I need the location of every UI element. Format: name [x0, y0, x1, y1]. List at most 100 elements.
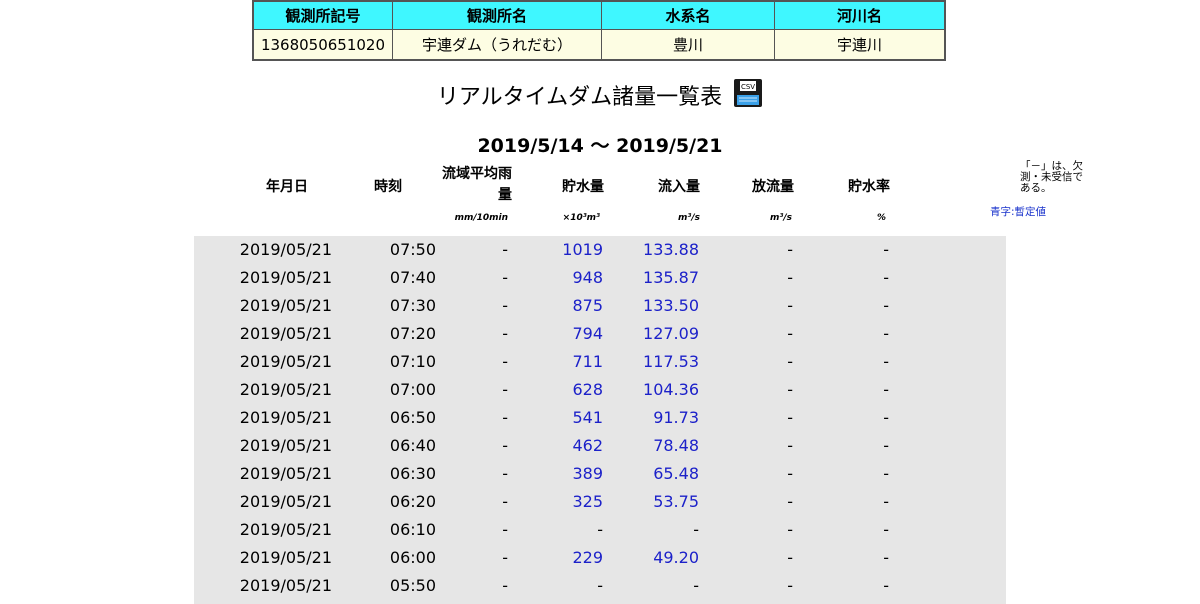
cell-rain: -	[502, 352, 508, 371]
cell-time: 06:10	[389, 520, 436, 539]
cell-storage: 325	[572, 492, 603, 511]
cell-inflow: 91.73	[653, 408, 699, 427]
cell-date: 2019/05/21	[239, 520, 332, 539]
cell-outflow: -	[787, 240, 793, 259]
cell-rate: -	[883, 492, 889, 511]
cell-rate: -	[883, 268, 889, 287]
svg-text:CSV: CSV	[741, 83, 755, 91]
cell-inflow: 104.36	[643, 380, 699, 399]
cell-rate: -	[883, 520, 889, 539]
cell-inflow: 133.50	[643, 296, 699, 315]
cell-date: 2019/05/21	[239, 408, 332, 427]
cell-storage: 229	[572, 548, 603, 567]
cell-rate: -	[883, 408, 889, 427]
cell-rain: -	[502, 492, 508, 511]
cell-rain: -	[502, 548, 508, 567]
cell-date: 2019/05/21	[239, 464, 332, 483]
cell-time: 05:50	[389, 576, 436, 595]
cell-time: 07:10	[389, 352, 436, 371]
cell-outflow: -	[787, 576, 793, 595]
cell-storage: 948	[572, 268, 603, 287]
unit-rate: %	[876, 213, 886, 223]
cell-date: 2019/05/21	[239, 492, 332, 511]
cell-rain: -	[502, 296, 508, 315]
cell-rain: -	[502, 268, 508, 287]
cell-storage: 628	[572, 380, 603, 399]
cell-time: 07:50	[389, 240, 436, 259]
table-row: 2019/05/21 07:10 - 711 117.53 - -	[194, 348, 1006, 376]
cell-date: 2019/05/21	[239, 240, 332, 259]
cell-time: 06:30	[389, 464, 436, 483]
cell-inflow: 49.20	[653, 548, 699, 567]
cell-date: 2019/05/21	[239, 268, 332, 287]
cell-date: 2019/05/21	[239, 380, 332, 399]
col-header-rain-line2: 量	[498, 187, 512, 203]
cell-rate: -	[883, 296, 889, 315]
unit-storage: ×10³m³	[562, 213, 600, 223]
table-row: 2019/05/21 06:10 - - - - -	[194, 516, 1006, 544]
cell-rain: -	[502, 324, 508, 343]
cell-rate: -	[883, 324, 889, 343]
cell-inflow: 117.53	[643, 352, 699, 371]
cell-inflow: 65.48	[653, 464, 699, 483]
cell-outflow: -	[787, 492, 793, 511]
table-row: 2019/05/21 07:30 - 875 133.50 - -	[194, 292, 1006, 320]
cell-rate: -	[883, 436, 889, 455]
table-row: 2019/05/21 07:20 - 794 127.09 - -	[194, 320, 1006, 348]
cell-rain: -	[502, 436, 508, 455]
missing-data-note: 「－」は、欠測・未受信である。	[1020, 160, 1083, 194]
cell-time: 07:00	[389, 380, 436, 399]
period-range: 2019/5/14 ～ 2019/5/21	[477, 135, 723, 157]
unit-outflow: m³/s	[770, 213, 792, 223]
cell-rate: -	[883, 352, 889, 371]
cell-storage: 711	[572, 352, 603, 371]
col-header-inflow: 流入量	[658, 179, 700, 195]
cell-rain: -	[502, 520, 508, 539]
cell-outflow: -	[787, 268, 793, 287]
cell-storage: -	[597, 520, 603, 539]
unit-rain: mm/10min	[454, 213, 508, 223]
table-row: 2019/05/21 07:00 - 628 104.36 - -	[194, 376, 1006, 404]
cell-outflow: -	[787, 408, 793, 427]
cell-rain: -	[502, 464, 508, 483]
cell-rate: -	[883, 464, 889, 483]
station-code: 1368050651020	[252, 29, 393, 61]
table-row: 2019/05/21 07:50 - 1019 133.88 - -	[194, 236, 1006, 264]
header-river-name: 河川名	[774, 0, 946, 30]
cell-inflow: -	[693, 520, 699, 539]
cell-time: 06:20	[389, 492, 436, 511]
col-header-rate: 貯水率	[848, 179, 890, 195]
col-header-rain-line1: 流域平均雨	[442, 166, 512, 182]
cell-inflow: 133.88	[643, 240, 699, 259]
cell-outflow: -	[787, 548, 793, 567]
col-header-time: 時刻	[374, 179, 402, 195]
cell-date: 2019/05/21	[239, 436, 332, 455]
cell-inflow: 78.48	[653, 436, 699, 455]
cell-storage: 389	[572, 464, 603, 483]
unit-inflow: m³/s	[678, 213, 700, 223]
floppy-disk-icon[interactable]: CSV	[733, 78, 763, 108]
station-info-table: 観測所記号 観測所名 水系名 河川名 1368050651020 宇連ダム（うれ…	[252, 0, 946, 61]
cell-outflow: -	[787, 436, 793, 455]
col-header-date: 年月日	[266, 179, 308, 195]
table-row: 2019/05/21 06:20 - 325 53.75 - -	[194, 488, 1006, 516]
cell-rate: -	[883, 548, 889, 567]
col-header-storage: 貯水量	[562, 179, 604, 195]
cell-time: 07:30	[389, 296, 436, 315]
cell-outflow: -	[787, 324, 793, 343]
table-row: 2019/05/21 05:50 - - - - -	[194, 572, 1006, 600]
cell-date: 2019/05/21	[239, 548, 332, 567]
cell-outflow: -	[787, 464, 793, 483]
cell-inflow: -	[693, 576, 699, 595]
cell-outflow: -	[787, 380, 793, 399]
data-table: 2019/05/21 07:50 - 1019 133.88 - - 2019/05/21 07…	[194, 236, 1006, 604]
station-value-row: 1368050651020 宇連ダム（うれだむ） 豊川 宇連川	[252, 29, 946, 61]
table-row: 2019/05/21 06:30 - 389 65.48 - -	[194, 460, 1006, 488]
cell-storage: 1019	[562, 240, 603, 259]
table-row: 2019/05/21 06:40 - 462 78.48 - -	[194, 432, 1006, 460]
cell-rate: -	[883, 576, 889, 595]
cell-rate: -	[883, 240, 889, 259]
page-title-bar: リアルタイムダム諸量一覧表 CSV	[0, 78, 1200, 111]
station-name: 宇連ダム（うれだむ）	[392, 29, 602, 61]
cell-rain: -	[502, 380, 508, 399]
